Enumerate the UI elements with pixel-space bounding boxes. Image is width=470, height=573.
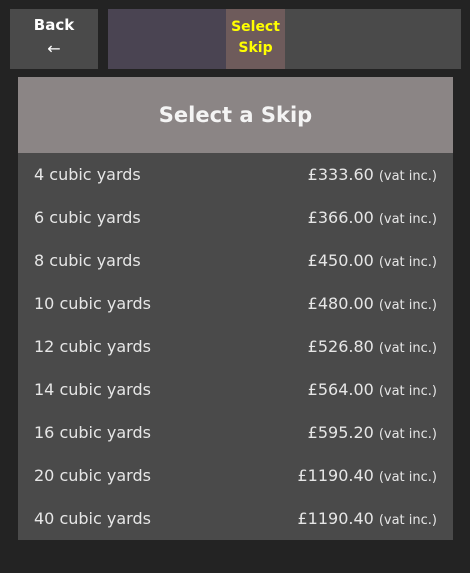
skip-size-label: 4 cubic yards bbox=[34, 165, 141, 184]
skip-option-8-yards[interactable]: 8 cubic yards £450.00 (vat inc.) bbox=[18, 239, 453, 282]
skip-size-label: 12 cubic yards bbox=[34, 337, 151, 356]
skip-price: £450.00 (vat inc.) bbox=[308, 251, 437, 270]
skip-price-value: £450.00 bbox=[307, 251, 374, 270]
skip-size-label: 6 cubic yards bbox=[34, 208, 141, 227]
skip-option-10-yards[interactable]: 10 cubic yards £480.00 (vat inc.) bbox=[18, 282, 453, 325]
progress-bar: Select Skip bbox=[108, 9, 461, 69]
skip-price: £1190.40 (vat inc.) bbox=[297, 509, 437, 528]
skip-price-value: £1190.40 bbox=[297, 466, 374, 485]
back-button[interactable]: Back ← bbox=[10, 9, 98, 69]
skip-vat-note: (vat inc.) bbox=[378, 427, 437, 442]
skip-price: £595.20 (vat inc.) bbox=[308, 423, 437, 442]
skip-price-value: £333.60 bbox=[307, 165, 374, 184]
skip-vat-note: (vat inc.) bbox=[378, 470, 437, 485]
skip-price: £480.00 (vat inc.) bbox=[308, 294, 437, 313]
skip-size-label: 10 cubic yards bbox=[34, 294, 151, 313]
skip-price: £564.00 (vat inc.) bbox=[308, 380, 437, 399]
skip-vat-note: (vat inc.) bbox=[378, 212, 437, 227]
top-bar: Back ← Select Skip bbox=[0, 0, 470, 75]
skip-vat-note: (vat inc.) bbox=[378, 341, 437, 356]
skip-option-20-yards[interactable]: 20 cubic yards £1190.40 (vat inc.) bbox=[18, 454, 453, 497]
panel-title: Select a Skip bbox=[18, 77, 453, 153]
skip-list: 4 cubic yards £333.60 (vat inc.) 6 cubic … bbox=[18, 153, 453, 540]
current-step-label-line2: Skip bbox=[238, 40, 273, 56]
skip-price: £333.60 (vat inc.) bbox=[308, 165, 437, 184]
skip-price: £366.00 (vat inc.) bbox=[308, 208, 437, 227]
skip-price-value: £564.00 bbox=[307, 380, 374, 399]
progress-completed-steps bbox=[108, 9, 226, 69]
skip-size-label: 8 cubic yards bbox=[34, 251, 141, 270]
skip-option-6-yards[interactable]: 6 cubic yards £366.00 (vat inc.) bbox=[18, 196, 453, 239]
skip-vat-note: (vat inc.) bbox=[378, 255, 437, 270]
current-step-label-line1: Select bbox=[231, 19, 280, 35]
skip-price: £1190.40 (vat inc.) bbox=[297, 466, 437, 485]
skip-vat-note: (vat inc.) bbox=[378, 298, 437, 313]
skip-price-value: £480.00 bbox=[307, 294, 374, 313]
skip-size-label: 14 cubic yards bbox=[34, 380, 151, 399]
skip-option-40-yards[interactable]: 40 cubic yards £1190.40 (vat inc.) bbox=[18, 497, 453, 540]
skip-option-16-yards[interactable]: 16 cubic yards £595.20 (vat inc.) bbox=[18, 411, 453, 454]
back-button-label: Back bbox=[33, 16, 75, 34]
skip-price-value: £526.80 bbox=[307, 337, 374, 356]
progress-current-step: Select Skip bbox=[226, 9, 285, 69]
skip-size-label: 16 cubic yards bbox=[34, 423, 151, 442]
skip-option-14-yards[interactable]: 14 cubic yards £564.00 (vat inc.) bbox=[18, 368, 453, 411]
skip-price: £526.80 (vat inc.) bbox=[308, 337, 437, 356]
skip-price-value: £1190.40 bbox=[297, 509, 374, 528]
skip-vat-note: (vat inc.) bbox=[378, 384, 437, 399]
skip-size-label: 40 cubic yards bbox=[34, 509, 151, 528]
skip-selection-panel: Select a Skip 4 cubic yards £333.60 (vat … bbox=[18, 77, 453, 540]
back-arrow-icon: ← bbox=[47, 39, 61, 58]
skip-size-label: 20 cubic yards bbox=[34, 466, 151, 485]
skip-vat-note: (vat inc.) bbox=[378, 513, 437, 528]
skip-vat-note: (vat inc.) bbox=[378, 169, 437, 184]
skip-option-12-yards[interactable]: 12 cubic yards £526.80 (vat inc.) bbox=[18, 325, 453, 368]
skip-price-value: £595.20 bbox=[307, 423, 374, 442]
skip-price-value: £366.00 bbox=[307, 208, 374, 227]
skip-option-4-yards[interactable]: 4 cubic yards £333.60 (vat inc.) bbox=[18, 153, 453, 196]
